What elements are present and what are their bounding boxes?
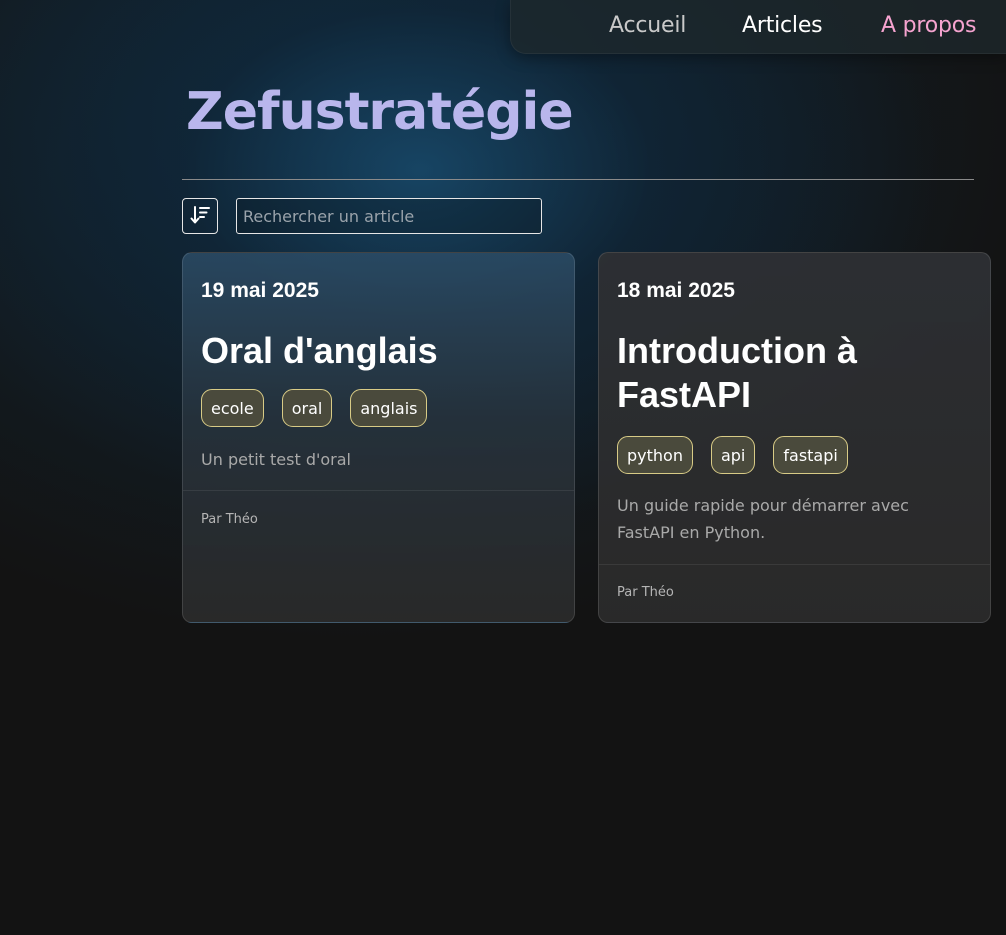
article-author: Par Théo	[201, 512, 258, 527]
article-date: 18 mai 2025	[617, 279, 735, 302]
tag-oral[interactable]: oral	[281, 389, 333, 427]
article-tags: ecole oral anglais	[201, 389, 428, 427]
nav-link-a-propos[interactable]: A propos	[881, 13, 977, 38]
card-divider	[599, 564, 990, 565]
article-title[interactable]: Oral d'anglais	[201, 329, 551, 373]
tag-api[interactable]: api	[710, 436, 756, 474]
tag-ecole[interactable]: ecole	[201, 389, 264, 427]
tag-anglais[interactable]: anglais	[350, 389, 428, 427]
tag-fastapi[interactable]: fastapi	[773, 436, 848, 474]
article-date: 19 mai 2025	[201, 279, 319, 302]
sort-descending-icon	[189, 204, 211, 229]
nav-link-accueil[interactable]: Accueil	[609, 13, 686, 38]
site-title: Zefustratégie	[186, 82, 574, 142]
title-divider	[182, 179, 974, 180]
tag-python[interactable]: python	[617, 436, 693, 474]
article-description: Un guide rapide pour démarrer avec FastA…	[617, 496, 909, 542]
nav-link-articles[interactable]: Articles	[742, 13, 823, 38]
article-description: Un petit test d'oral	[201, 450, 351, 469]
article-author: Par Théo	[617, 585, 674, 600]
sort-button[interactable]	[182, 198, 218, 234]
article-title[interactable]: Introduction à FastAPI	[617, 329, 967, 417]
card-divider	[183, 490, 574, 491]
top-navigation: Accueil Articles A propos	[510, 0, 1006, 54]
search-input[interactable]	[236, 198, 542, 234]
article-card[interactable]: 19 mai 2025 Oral d'anglais ecole oral an…	[182, 252, 575, 623]
page: Accueil Articles A propos Zefustratégie …	[0, 0, 1006, 935]
article-card[interactable]: 18 mai 2025 Introduction à FastAPI pytho…	[598, 252, 991, 623]
article-tags: python api fastapi	[617, 436, 848, 474]
